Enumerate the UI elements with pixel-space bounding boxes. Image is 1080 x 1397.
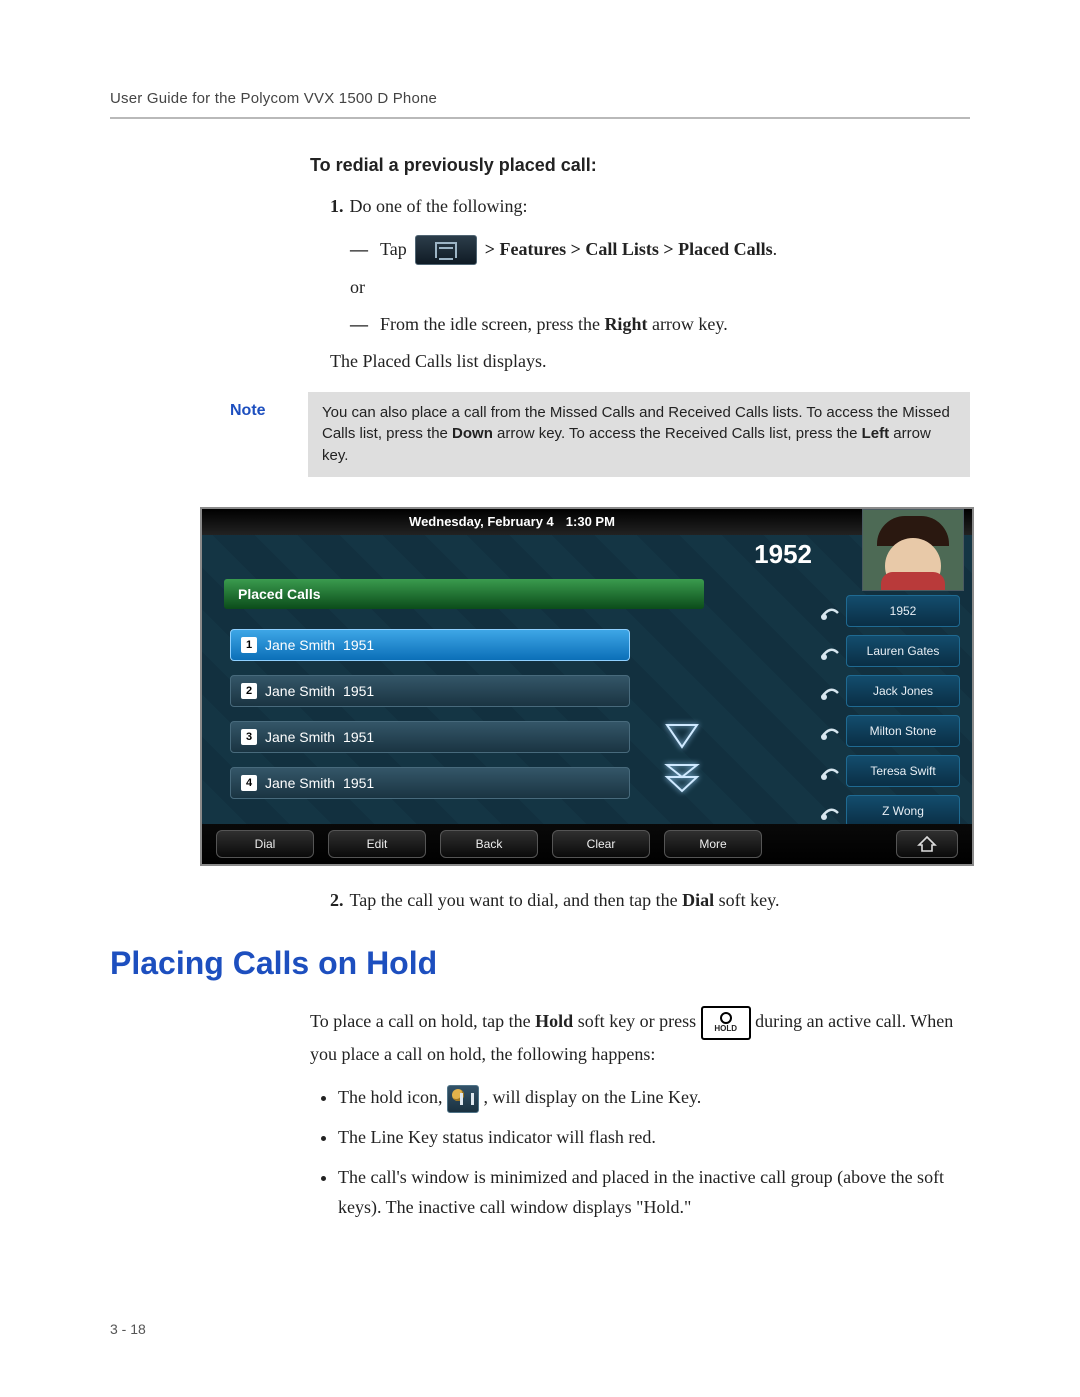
- linekey-6[interactable]: Z Wong: [846, 795, 960, 827]
- scroll-down-icon[interactable]: [660, 717, 704, 755]
- hold-key-icon: HOLD: [701, 1006, 751, 1040]
- phone-screenshot: Wednesday, February 4 1:30 PM 1952 Place…: [200, 507, 974, 866]
- call-row-4[interactable]: 4 Jane Smith 1951: [230, 767, 630, 799]
- hold-status-icon: [447, 1085, 479, 1113]
- step-1-result: The Placed Calls list displays.: [330, 351, 970, 372]
- option-tap-path: > Features > Call Lists > Placed Calls: [485, 239, 773, 259]
- hold-p1b: Hold: [535, 1011, 573, 1031]
- option-or: or: [350, 277, 970, 298]
- phone-icon: [818, 639, 842, 663]
- linekey-1[interactable]: 1952: [846, 595, 960, 627]
- phone-icon: [818, 799, 842, 823]
- call-name: Jane Smith: [265, 637, 335, 653]
- page-number: 3 - 18: [110, 1321, 146, 1337]
- phone-icon: [818, 599, 842, 623]
- bullet-1a: The hold icon,: [338, 1087, 447, 1107]
- step-2c: soft key.: [714, 890, 779, 910]
- note-left: Left: [862, 425, 890, 442]
- call-idx: 2: [241, 683, 257, 699]
- call-name: Jane Smith: [265, 775, 335, 791]
- call-name: Jane Smith: [265, 683, 335, 699]
- home-icon[interactable]: [896, 830, 958, 858]
- step-1: 1.Do one of the following:: [330, 192, 970, 221]
- heading-placing-calls-on-hold: Placing Calls on Hold: [110, 945, 970, 982]
- linekey-5[interactable]: Teresa Swift: [846, 755, 960, 787]
- hold-key-label: HOLD: [714, 1025, 737, 1033]
- call-num: 1951: [343, 683, 374, 699]
- call-row-2[interactable]: 2 Jane Smith 1951: [230, 675, 630, 707]
- step-2: 2.Tap the call you want to dial, and the…: [330, 886, 970, 915]
- phone-date: Wednesday, February 4: [409, 514, 554, 529]
- call-row-1[interactable]: 1 Jane Smith 1951: [230, 629, 630, 661]
- step-1-text: Do one of the following:: [350, 196, 528, 216]
- phone-icon: [818, 759, 842, 783]
- bullet-1: The hold icon, , will display on the Lin…: [338, 1083, 970, 1113]
- softkey-back[interactable]: Back: [440, 830, 538, 858]
- linekey-3[interactable]: Jack Jones: [846, 675, 960, 707]
- phone-time: 1:30 PM: [566, 514, 615, 529]
- option-right-b: Right: [604, 314, 647, 334]
- option-right-arrow: — From the idle screen, press the Right …: [350, 310, 970, 339]
- call-num: 1951: [343, 775, 374, 791]
- avatar: [862, 509, 964, 591]
- step-2b: Dial: [682, 890, 714, 910]
- hold-p1a: To place a call on hold, tap the: [310, 1011, 535, 1031]
- call-idx: 3: [241, 729, 257, 745]
- call-row-3[interactable]: 3 Jane Smith 1951: [230, 721, 630, 753]
- bullet-3: The call's window is minimized and place…: [338, 1163, 970, 1222]
- softkey-edit[interactable]: Edit: [328, 830, 426, 858]
- softkey-clear[interactable]: Clear: [552, 830, 650, 858]
- call-idx: 4: [241, 775, 257, 791]
- phone-topbar: Wednesday, February 4 1:30 PM: [202, 509, 972, 535]
- call-num: 1951: [343, 637, 374, 653]
- option-tap: — Tap > Features > Call Lists > Placed C…: [350, 235, 970, 265]
- running-header: User Guide for the Polycom VVX 1500 D Ph…: [110, 90, 970, 107]
- option-right-c: arrow key.: [647, 314, 727, 334]
- step-2a: Tap the call you want to dial, and then …: [350, 890, 683, 910]
- call-name: Jane Smith: [265, 729, 335, 745]
- menu-icon: [415, 235, 477, 265]
- softkey-bar: Dial Edit Back Clear More: [202, 824, 972, 864]
- header-rule: [110, 117, 970, 119]
- linekey-2[interactable]: Lauren Gates: [846, 635, 960, 667]
- linekey-4[interactable]: Milton Stone: [846, 715, 960, 747]
- call-idx: 1: [241, 637, 257, 653]
- option-right-a: From the idle screen, press the: [380, 314, 604, 334]
- softkey-dial[interactable]: Dial: [216, 830, 314, 858]
- hold-p1c: soft key or press: [573, 1011, 700, 1031]
- phone-icon: [818, 719, 842, 743]
- note-down: Down: [452, 425, 493, 442]
- bullet-2: The Line Key status indicator will flash…: [338, 1123, 970, 1153]
- bullet-1b: , will display on the Line Key.: [479, 1087, 701, 1107]
- hold-bullets: The hold icon, , will display on the Lin…: [310, 1083, 970, 1222]
- note-t2: arrow key. To access the Received Calls …: [493, 425, 862, 442]
- softkey-more[interactable]: More: [664, 830, 762, 858]
- note-box: You can also place a call from the Misse…: [308, 392, 970, 477]
- hold-paragraph: To place a call on hold, tap the Hold so…: [310, 1006, 970, 1070]
- procedure-title: To redial a previously placed call:: [310, 155, 970, 176]
- phone-icon: [818, 679, 842, 703]
- placed-calls-header: Placed Calls: [224, 579, 704, 609]
- note-label: Note: [230, 392, 300, 477]
- scroll-down-double-icon[interactable]: [660, 759, 704, 797]
- option-tap-dot: .: [773, 239, 778, 259]
- call-num: 1951: [343, 729, 374, 745]
- phone-extension: 1952: [754, 539, 812, 570]
- option-tap-word: Tap: [380, 235, 407, 264]
